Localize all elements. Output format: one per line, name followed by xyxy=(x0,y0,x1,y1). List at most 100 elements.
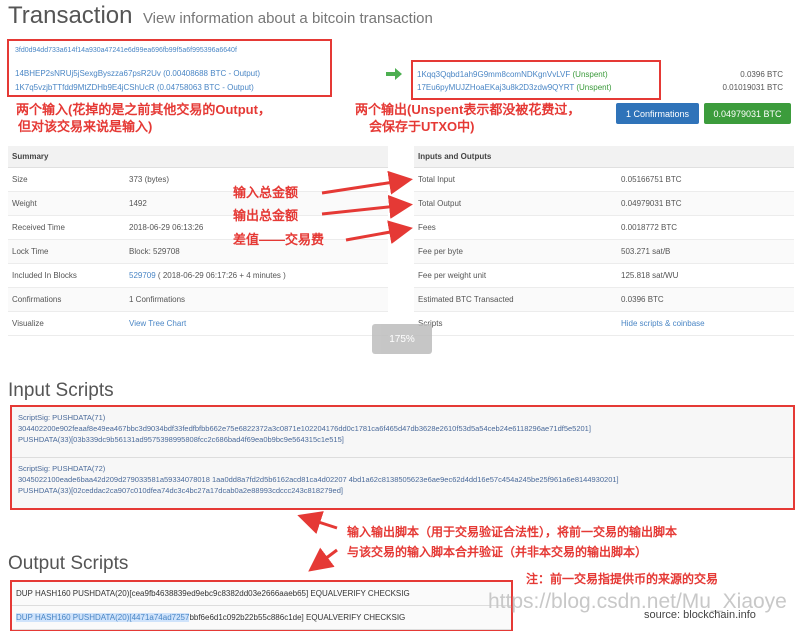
summary-row: Visualize View Tree Chart xyxy=(8,312,388,336)
output-status: (Unspent) xyxy=(572,70,608,79)
row-value: View Tree Chart xyxy=(129,319,388,328)
script-pubkey-data: PUSHDATA(33)[02ceddac2ca907c010dfea74dc3… xyxy=(18,486,343,495)
zoom-indicator: 175% xyxy=(372,324,432,354)
row-value: 529709 ( 2018-06-29 06:17:26 + 4 minutes… xyxy=(129,271,388,280)
io-row: ScriptsHide scripts & coinbase xyxy=(414,312,794,336)
output-script: DUP HASH160 PUSHDATA(20)[4471a74ad7257 bb… xyxy=(12,606,511,630)
row-value: 0.05166751 BTC xyxy=(621,175,682,184)
io-row: Total Output 0.04979031 BTC xyxy=(414,192,794,216)
script-pubkey-data: PUSHDATA(33)[03b339dc9b56131ad9575398995… xyxy=(18,435,344,444)
arrow-to-input-scripts xyxy=(297,511,338,534)
summary-row: Weight 1492 xyxy=(8,192,388,216)
script-text-prefix: DUP HASH160 PUSHDATA(20)[ xyxy=(16,613,132,622)
input-row: 14BHEP2sNRUj5jSexgByszza67psR2Uv (0.0040… xyxy=(15,69,260,78)
row-key: Weight xyxy=(12,199,37,208)
row-key: Included In Blocks xyxy=(12,271,77,280)
row-key: Size xyxy=(12,175,28,184)
row-key: Estimated BTC Transacted xyxy=(418,295,514,304)
io-row: Fee per weight unit 125.818 sat/WU xyxy=(414,264,794,288)
note-scripts-line2: 与该交易的输入脚本合并验证（并非本交易的输出脚本） xyxy=(347,545,648,559)
source-credit: source: blockchain.info xyxy=(644,609,756,621)
script-sig-label: ScriptSig: PUSHDATA(72) xyxy=(18,464,106,473)
page-title: Transaction View information about a bit… xyxy=(8,2,433,30)
note-fee: 差值——交易费 xyxy=(233,232,325,247)
row-key: Received Time xyxy=(12,223,65,232)
summary-rows: Size 373 (bytes) Weight 1492 Received Time… xyxy=(8,168,388,336)
note-scripts-line1: 输入输出脚本（用于交易验证合法性），将前一交易的输出脚本 xyxy=(347,525,678,539)
note-outputs-line2: 会保存于UTXO中) xyxy=(369,119,475,134)
row-value: Hide scripts & coinbase xyxy=(621,319,794,328)
block-time: ( 2018-06-29 06:17:26 + 4 minutes ) xyxy=(155,271,286,280)
arrow-to-output-scripts xyxy=(308,547,338,572)
io-table: Inputs and Outputs Total Input 0.05166751… xyxy=(414,146,794,336)
tx-hash-link[interactable]: 3fd0d94dd733a614f14a930a47241e6d99ea696f… xyxy=(15,47,237,54)
hide-scripts-link[interactable]: Hide scripts & coinbase xyxy=(621,319,705,328)
row-key: Fees xyxy=(418,223,436,232)
output-status: (Unspent) xyxy=(576,83,612,92)
summary-row: Received Time 2018-06-29 06:13:26 xyxy=(8,216,388,240)
script-text-selected: 4471a74ad7257 xyxy=(131,613,190,622)
input-row: 1K7q5vzjbTTfdd9MtZDHb9E4jCShUcR (0.04758… xyxy=(15,83,254,92)
row-key: Lock Time xyxy=(12,247,49,256)
note-inputs-line1: 两个输入(花掉的是之前其他交易的Output， xyxy=(16,102,271,117)
note-total-output: 输出总金额 xyxy=(233,208,299,223)
output-amount: 0.0396 BTC xyxy=(740,70,783,79)
row-value: 373 (bytes) xyxy=(129,175,170,184)
input-amount: (0.04758063 BTC - Output) xyxy=(156,83,254,92)
script-sig-label: ScriptSig: PUSHDATA(71) xyxy=(18,413,106,422)
note-inputs-line2: 但对该交易来说是输入) xyxy=(18,119,153,134)
row-value: 0.0396 BTC xyxy=(621,295,664,304)
input-script: ScriptSig: PUSHDATA(71) 304402200e902fea… xyxy=(12,407,793,457)
output-row: 17Eu6pyMUJZHoaEKaj3u8k2D3zdw9QYRT (Unspe… xyxy=(417,83,611,92)
input-scripts-title: Input Scripts xyxy=(8,380,114,401)
script-sig-data: 304402200e902feaaf8e49ea467bbc3d9034bdf3… xyxy=(18,424,591,433)
row-value: 125.818 sat/WU xyxy=(621,271,679,280)
row-key: Total Input xyxy=(418,175,455,184)
script-text-suffix: bbf6e6d1c092b22b55c886c1de] EQUALVERIFY … xyxy=(189,613,406,622)
summary-table: Summary Size 373 (bytes) Weight 1492 Recei… xyxy=(8,146,388,336)
script-text: DUP HASH160 PUSHDATA(20)[cea9fb4638839ed… xyxy=(16,589,410,598)
input-amount: (0.00408688 BTC - Output) xyxy=(163,69,261,78)
output-amount: 0.01019031 BTC xyxy=(722,83,784,92)
confirmations-button[interactable]: 1 Confirmations xyxy=(616,103,699,124)
output-address-link[interactable]: 17Eu6pyMUJZHoaEKaj3u8k2D3zdw9QYRT xyxy=(417,83,574,92)
note-total-input: 输入总金额 xyxy=(233,185,299,200)
title-text: Transaction xyxy=(8,2,133,29)
block-link[interactable]: 529709 xyxy=(129,271,156,280)
row-value: Block: 529708 xyxy=(129,247,180,256)
input-address-link[interactable]: 1K7q5vzjbTTfdd9MtZDHb9E4jCShUcR xyxy=(15,83,155,92)
input-script: ScriptSig: PUSHDATA(72) 3045022100eade6b… xyxy=(12,457,793,508)
arrow-right-icon xyxy=(386,68,402,80)
total-btc-button[interactable]: 0.04979031 BTC xyxy=(704,103,791,124)
io-row: Estimated BTC Transacted 0.0396 BTC xyxy=(414,288,794,312)
row-key: Confirmations xyxy=(12,295,62,304)
row-key: Total Output xyxy=(418,199,462,208)
summary-row: Size 373 (bytes) xyxy=(8,168,388,192)
output-scripts-title: Output Scripts xyxy=(8,553,129,574)
summary-row: Confirmations 1 Confirmations xyxy=(8,288,388,312)
io-row: Fees 0.0018772 BTC xyxy=(414,216,794,240)
note-outputs-line1: 两个输出(Unspent表示都没被花费过， xyxy=(355,102,581,117)
io-row: Fee per byte 503.271 sat/B xyxy=(414,240,794,264)
row-key: Fee per weight unit xyxy=(418,271,487,280)
outputs-box: 1Kqq3Qqbd1ah9G9mm8comNDKgnVvLVF (Unspent… xyxy=(411,60,661,100)
input-address-link[interactable]: 14BHEP2sNRUj5jSexgByszza67psR2Uv xyxy=(15,69,161,78)
io-row: Total Input 0.05166751 BTC xyxy=(414,168,794,192)
output-address-link[interactable]: 1Kqq3Qqbd1ah9G9mm8comNDKgnVvLVF xyxy=(417,70,570,79)
output-script: DUP HASH160 PUSHDATA(20)[cea9fb4638839ed… xyxy=(12,582,511,606)
output-scripts-box: DUP HASH160 PUSHDATA(20)[cea9fb4638839ed… xyxy=(10,580,513,631)
note-inputs: 两个输入(花掉的是之前其他交易的Output， 但对该交易来说是输入) xyxy=(16,101,271,135)
io-rows: Total Input 0.05166751 BTC Total Output 0.… xyxy=(414,168,794,336)
output-row: 1Kqq3Qqbd1ah9G9mm8comNDKgnVvLVF (Unspent… xyxy=(417,70,608,79)
view-tree-chart-link[interactable]: View Tree Chart xyxy=(129,319,186,328)
row-value: 0.04979031 BTC xyxy=(621,199,682,208)
io-heading: Inputs and Outputs xyxy=(414,146,794,168)
note-scripts: 输入输出脚本（用于交易验证合法性），将前一交易的输出脚本 与该交易的输入脚本合并… xyxy=(347,524,677,560)
row-value: 1 Confirmations xyxy=(129,295,186,304)
row-value: 503.271 sat/B xyxy=(621,247,671,256)
summary-row: Lock Time Block: 529708 xyxy=(8,240,388,264)
summary-row: Included In Blocks 529709 ( 2018-06-29 06… xyxy=(8,264,388,288)
input-scripts-box: ScriptSig: PUSHDATA(71) 304402200e902fea… xyxy=(10,405,795,510)
summary-heading: Summary xyxy=(8,146,388,168)
row-key: Fee per byte xyxy=(418,247,463,256)
